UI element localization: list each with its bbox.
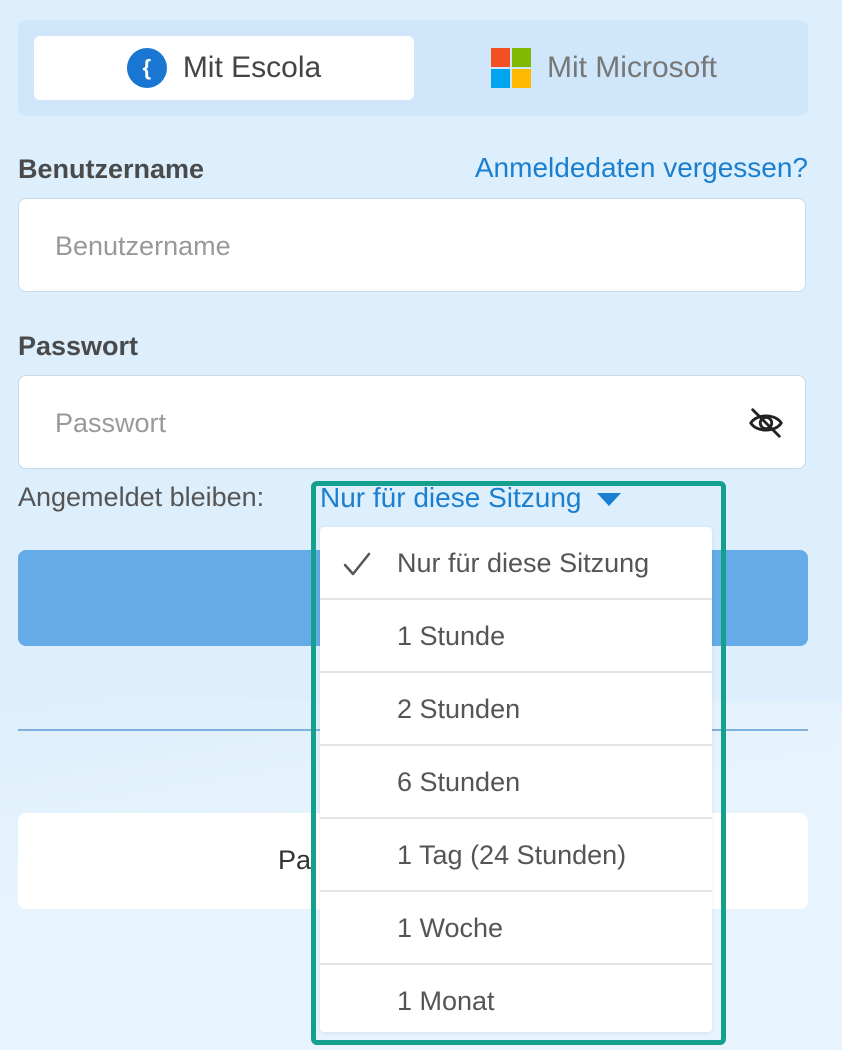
menu-option-label: 6 Stunden bbox=[397, 767, 521, 797]
stay-logged-in-menu: Nur für diese Sitzung 1 Stunde 2 Stunden… bbox=[320, 527, 712, 1032]
secondary-login-label: Pa bbox=[278, 845, 312, 875]
password-input[interactable] bbox=[53, 376, 737, 470]
menu-option[interactable]: 1 Woche bbox=[320, 892, 712, 965]
username-field-container bbox=[18, 198, 806, 293]
username-label: Benutzername bbox=[18, 154, 205, 184]
menu-option-label: 1 Monat bbox=[397, 986, 495, 1016]
menu-option-label: 1 Stunde bbox=[397, 621, 506, 651]
login-with-escola-button[interactable]: { Mit Escola bbox=[34, 36, 414, 100]
password-label: Passwort bbox=[18, 331, 139, 361]
eye-off-icon[interactable] bbox=[747, 404, 785, 442]
menu-option-label: 1 Tag (24 Stunden) bbox=[397, 840, 627, 870]
menu-option[interactable]: 1 Stunde bbox=[320, 600, 712, 673]
menu-option[interactable]: Nur für diese Sitzung bbox=[320, 527, 712, 600]
menu-option[interactable]: 1 Tag (24 Stunden) bbox=[320, 819, 712, 892]
caret-down-icon bbox=[597, 493, 622, 507]
stay-logged-in-dropdown[interactable]: Nur für diese Sitzung bbox=[320, 482, 622, 514]
microsoft-logo-icon bbox=[490, 48, 531, 88]
forgot-credentials-link[interactable]: Anmeldedaten vergessen? bbox=[475, 152, 808, 184]
login-method-switch: { Mit Escola Mit Microsoft bbox=[18, 20, 808, 116]
escola-logo-icon: { bbox=[126, 48, 167, 88]
menu-option[interactable]: 6 Stunden bbox=[320, 746, 712, 819]
username-input[interactable] bbox=[53, 199, 737, 293]
menu-option-label: Nur für diese Sitzung bbox=[397, 548, 650, 578]
login-with-microsoft-button[interactable]: Mit Microsoft bbox=[414, 36, 794, 100]
menu-option-label: 1 Woche bbox=[397, 913, 504, 943]
check-icon bbox=[343, 552, 371, 576]
login-with-escola-label: Mit Escola bbox=[182, 51, 322, 84]
stay-logged-in-label: Angemeldet bleiben: bbox=[18, 482, 265, 512]
menu-option[interactable]: 1 Monat bbox=[320, 965, 712, 1032]
password-field-container bbox=[18, 375, 806, 470]
menu-option[interactable]: 2 Stunden bbox=[320, 673, 712, 746]
login-with-microsoft-label: Mit Microsoft bbox=[546, 51, 717, 84]
menu-option-label: 2 Stunden bbox=[397, 694, 521, 724]
stay-logged-in-selected: Nur für diese Sitzung bbox=[320, 482, 582, 513]
